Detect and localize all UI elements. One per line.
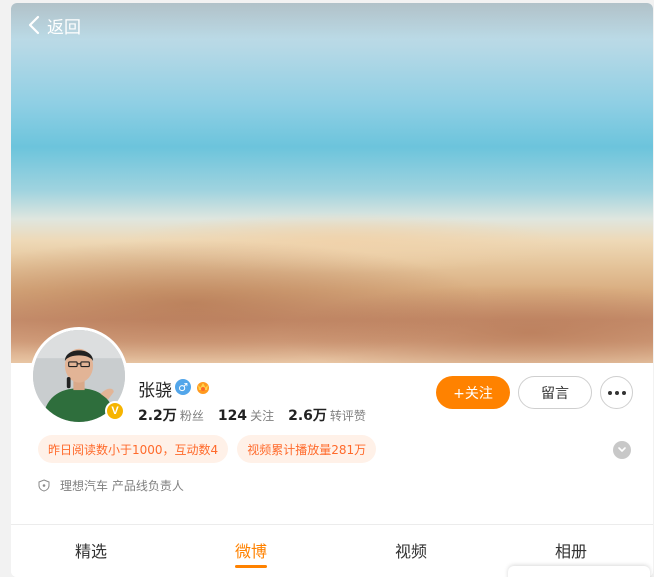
tab-weibo[interactable]: 微博 — [171, 525, 331, 577]
tag-video-plays[interactable]: 视频累计播放量281万 — [237, 435, 377, 463]
chevron-left-icon — [28, 15, 40, 35]
more-dot-icon — [621, 390, 626, 395]
description-text: 理想汽车 产品线负责人 — [60, 479, 184, 493]
stat-following[interactable]: 124 关注 — [218, 407, 274, 424]
gender-symbol: ♂ — [178, 380, 188, 394]
tab-video[interactable]: 视频 — [331, 525, 491, 577]
male-gender-icon: ♂ — [175, 379, 191, 395]
message-button[interactable]: 留言 — [518, 376, 592, 409]
stat-likes: 2.6万 转评赞 — [288, 405, 366, 425]
cover-image — [11, 3, 653, 363]
stat-followers[interactable]: 2.2万 粉丝 — [138, 405, 204, 425]
tab-featured[interactable]: 精选 — [11, 525, 171, 577]
profile-name: 张骁 — [138, 381, 172, 401]
back-label: 返回 — [47, 17, 81, 38]
following-label: 关注 — [250, 409, 275, 423]
more-dot-icon — [607, 390, 612, 395]
likes-label: 转评赞 — [329, 409, 366, 423]
likes-count: 2.6万 — [288, 408, 327, 424]
expand-info-button[interactable] — [613, 441, 631, 459]
following-count: 124 — [217, 408, 248, 424]
profile-card: 返回 V 张骁 ♂ 2.2万 粉丝 124 关注 2.6万 转评赞 +关注 留言… — [11, 3, 653, 577]
more-options-button[interactable] — [600, 376, 633, 409]
chevron-down-icon — [618, 447, 626, 452]
shield-icon — [38, 479, 50, 492]
back-button[interactable]: 返回 — [27, 11, 81, 39]
vip-crown-icon[interactable] — [195, 379, 211, 395]
tag-read-stats[interactable]: 昨日阅读数小于1000，互动数4 — [38, 435, 229, 463]
profile-description: 理想汽车 产品线负责人 — [38, 477, 184, 494]
more-dot-icon — [614, 390, 619, 395]
verified-icon: V — [111, 405, 119, 417]
verified-badge: V — [105, 401, 125, 421]
profile-stats: 2.2万 粉丝 124 关注 2.6万 转评赞 — [138, 405, 380, 425]
followers-label: 粉丝 — [179, 409, 204, 423]
follow-button[interactable]: +关注 — [436, 376, 510, 409]
floating-panel-edge — [508, 566, 650, 577]
profile-tags: 昨日阅读数小于1000，互动数4 视频累计播放量281万 — [38, 435, 385, 463]
followers-count: 2.2万 — [138, 408, 177, 424]
